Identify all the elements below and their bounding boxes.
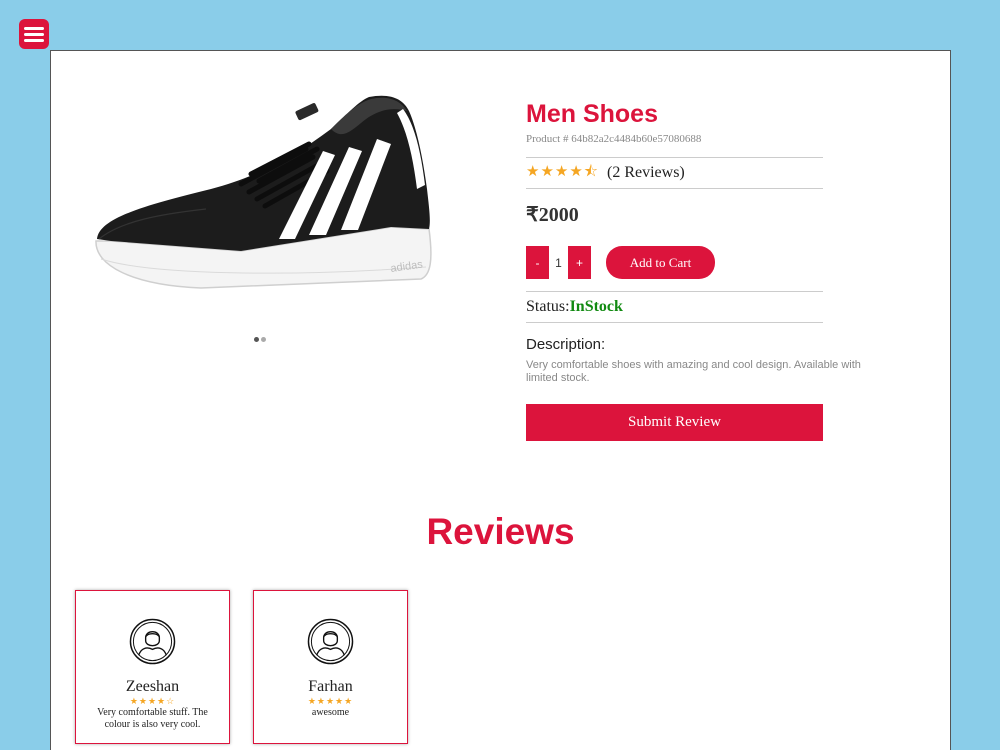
menu-bar-icon: [24, 32, 44, 36]
review-card: Farhan ★★★★★ awesome: [253, 590, 408, 744]
user-avatar-icon: [129, 618, 176, 665]
rating-stars: ★★★★⯪: [526, 163, 599, 180]
status-label: Status:: [526, 298, 570, 315]
reviewer-name: Zeeshan: [125, 678, 180, 695]
divider: [526, 188, 823, 189]
review-stars: ★★★★☆: [129, 696, 176, 706]
reviewer-name: Farhan: [308, 678, 353, 695]
description-heading: Description:: [526, 336, 606, 353]
quantity-decrease-button[interactable]: -: [526, 246, 549, 279]
submit-review-button[interactable]: Submit Review: [526, 404, 823, 441]
status-value: InStock: [569, 298, 623, 315]
product-title: Men Shoes: [526, 100, 658, 128]
carousel-dot-active[interactable]: [254, 337, 259, 342]
quantity-input[interactable]: [549, 246, 568, 279]
divider: [526, 322, 823, 323]
carousel-dots: [254, 337, 266, 342]
hamburger-menu-button[interactable]: [19, 19, 49, 49]
review-comment: Very comfortable stuff. The colour is al…: [97, 707, 208, 730]
add-to-cart-button[interactable]: Add to Cart: [606, 246, 715, 279]
product-image: adidas: [91, 89, 436, 304]
product-details: Men Shoes Product # 64b82a2c4484b60e5708…: [526, 99, 886, 441]
description-text: Very comfortable shoes with amazing and …: [526, 359, 861, 384]
product-card: adidas Men Shoes Product # 64b82a2c4484b…: [50, 50, 951, 750]
menu-bar-icon: [24, 26, 44, 30]
shoe-image: adidas: [95, 95, 432, 289]
rating-row: ★★★★⯪ (2 Reviews): [526, 158, 886, 188]
product-price: ₹2000: [526, 204, 579, 226]
quantity-increase-button[interactable]: +: [568, 246, 591, 279]
reviews-heading: Reviews: [426, 511, 575, 552]
carousel-dot[interactable]: [261, 337, 266, 342]
review-count: (2 Reviews): [607, 164, 685, 181]
stock-status: Status: InStock: [526, 292, 886, 322]
review-card: Zeeshan ★★★★☆ Very comfortable stuff. Th…: [75, 590, 230, 744]
product-id: Product # 64b82a2c4484b60e57080688: [526, 133, 702, 145]
user-avatar-icon: [307, 618, 354, 665]
menu-bar-icon: [24, 38, 44, 42]
review-stars: ★★★★★: [307, 696, 354, 706]
add-to-cart-row: - + Add to Cart: [526, 246, 886, 279]
review-comment: awesome: [311, 707, 350, 718]
